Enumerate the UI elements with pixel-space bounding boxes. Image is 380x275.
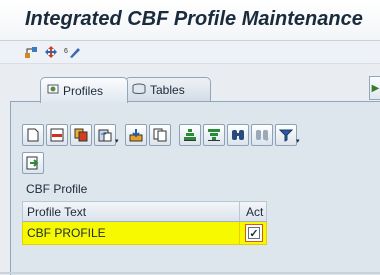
- copy-row-icon[interactable]: [149, 124, 171, 146]
- delete-row-icon[interactable]: [46, 124, 68, 146]
- paste-icon[interactable]: ▾: [94, 124, 119, 146]
- tab-profiles[interactable]: Profiles: [40, 77, 128, 103]
- import-icon[interactable]: [125, 124, 147, 146]
- hierarchy-icon[interactable]: [22, 43, 40, 61]
- new-icon[interactable]: [22, 124, 44, 146]
- sort-ascending-icon[interactable]: [179, 124, 201, 146]
- sort-descending-icon[interactable]: [203, 124, 225, 146]
- edit-icon[interactable]: 6: [64, 43, 82, 61]
- profile-grid: Profile Text Act CBF PROFILE ✓: [22, 201, 267, 245]
- tables-icon: [132, 83, 146, 98]
- filter-dropdown-icon[interactable]: ▾: [296, 125, 302, 145]
- tab-tables[interactable]: Tables: [125, 77, 211, 102]
- grid-header: Profile Text Act: [22, 201, 267, 222]
- move-icon[interactable]: [42, 43, 60, 61]
- column-header-act[interactable]: Act: [246, 205, 263, 219]
- filter-icon[interactable]: ▾: [275, 124, 300, 146]
- tab-tables-label: Tables: [150, 83, 185, 97]
- application-toolbar: 6: [0, 41, 380, 64]
- alv-secondary-toolbar: [22, 152, 46, 174]
- find-next-icon[interactable]: [251, 124, 273, 146]
- title-bar: Integrated CBF Profile Maintenance: [0, 0, 380, 41]
- checkmark-icon[interactable]: ✓: [248, 227, 260, 240]
- section-label: CBF Profile: [26, 182, 88, 196]
- profile-text-cell[interactable]: CBF PROFILE: [27, 226, 106, 240]
- export-icon[interactable]: [22, 152, 44, 174]
- paste-dropdown-icon[interactable]: ▾: [115, 125, 121, 145]
- find-icon[interactable]: [227, 124, 249, 146]
- column-header-profile-text[interactable]: Profile Text: [27, 205, 86, 219]
- profiles-icon: [47, 83, 59, 98]
- alv-toolbar: ▾ ▾: [22, 124, 306, 146]
- svg-text:6: 6: [64, 48, 68, 55]
- act-checkbox-cell[interactable]: ✓: [245, 224, 263, 242]
- copy-icon[interactable]: [70, 124, 92, 146]
- right-tab-edge[interactable]: ▶: [369, 76, 380, 100]
- tab-profiles-label: Profiles: [63, 83, 104, 98]
- table-row[interactable]: CBF PROFILE ✓: [22, 222, 267, 245]
- page-title: Integrated CBF Profile Maintenance: [25, 8, 363, 30]
